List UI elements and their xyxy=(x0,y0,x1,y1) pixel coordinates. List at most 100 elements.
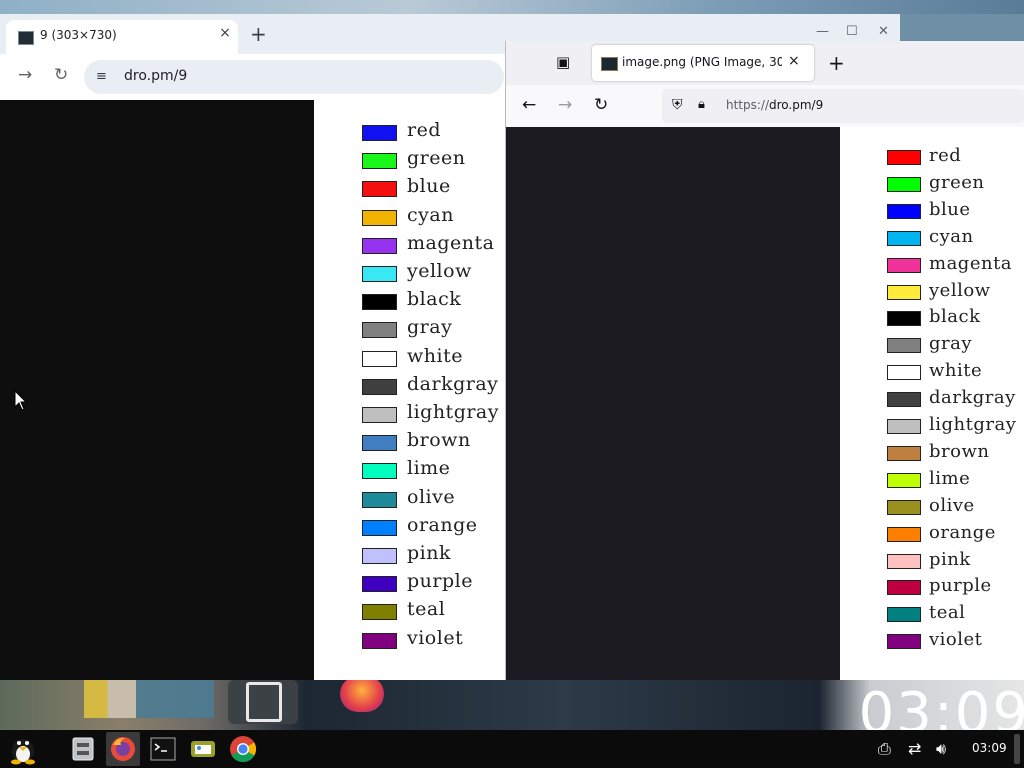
firefox-tab-active[interactable]: image.png (PNG Image, 303 × 730 pixels) … xyxy=(592,45,814,81)
firefox-tabstrip: ▣ image.png (PNG Image, 303 × 730 pixels… xyxy=(506,41,1024,85)
legend-label: yellow xyxy=(407,260,472,282)
legend-swatch xyxy=(362,153,397,170)
legend-swatch xyxy=(887,419,921,434)
tab-favicon-icon xyxy=(18,31,34,45)
site-settings-icon[interactable]: ≡ xyxy=(96,69,107,84)
legend-swatch xyxy=(887,230,921,246)
terminal-icon[interactable] xyxy=(146,732,180,766)
printer-icon[interactable]: ⎙ xyxy=(878,739,891,759)
legend-label: green xyxy=(929,171,985,193)
legend-label: green xyxy=(407,147,466,170)
legend-swatch xyxy=(887,499,921,515)
legend-label: magenta xyxy=(929,252,1013,274)
legend-label: lime xyxy=(407,457,451,480)
desktop-wallpaper xyxy=(0,0,1024,14)
minimize-icon[interactable]: — xyxy=(816,24,829,39)
legend-swatch xyxy=(362,407,397,423)
legend-swatch xyxy=(362,463,397,480)
legend-label: violet xyxy=(929,629,983,651)
lock-icon[interactable]: 🔒︎ xyxy=(698,97,705,112)
firefox-tab-title: image.png (PNG Image, 303 × 730 pixels) xyxy=(622,55,782,69)
volume-icon[interactable]: 🔊︎ xyxy=(936,739,946,759)
legend-swatch xyxy=(887,392,921,408)
legend-swatch xyxy=(362,576,397,593)
desktop-firefox-icon[interactable] xyxy=(340,676,384,712)
legend-label: pink xyxy=(407,542,451,564)
chrome-new-tab-button[interactable]: + xyxy=(250,22,267,46)
legend-swatch xyxy=(887,338,921,354)
chrome-url-text[interactable]: dro.pm/9 xyxy=(124,68,187,84)
tab-favicon-icon xyxy=(601,57,618,71)
legend-swatch xyxy=(887,526,921,542)
legend-label: white xyxy=(929,360,983,382)
legend-swatch xyxy=(887,150,921,165)
legend-swatch xyxy=(887,634,921,650)
firefox-tab-close-icon[interactable]: × xyxy=(788,53,800,69)
start-menu-icon[interactable] xyxy=(6,732,40,766)
reload-icon[interactable]: ↻ xyxy=(54,65,68,85)
legend-label: pink xyxy=(929,548,971,570)
forward-arrow-icon[interactable]: → xyxy=(558,95,572,115)
legend-label: orange xyxy=(929,521,996,543)
legend-label: cyan xyxy=(929,225,974,247)
forward-arrow-icon[interactable]: → xyxy=(18,65,32,85)
legend-swatch xyxy=(887,580,921,596)
desktop-clock-widget: 03:09 xyxy=(858,684,1024,730)
firefox-legend-image: red green blue cyan magenta yellow black gray wh… xyxy=(840,127,1024,680)
legend-swatch xyxy=(362,181,397,198)
legend-label: olive xyxy=(407,485,456,508)
chrome-tab-title: 9 (303×730) xyxy=(40,28,117,42)
legend-label: red xyxy=(407,119,441,141)
firefox-view-icon[interactable]: ▣ xyxy=(556,53,570,71)
url-host: dro.pm/9 xyxy=(769,98,824,112)
legend-label: purple xyxy=(929,575,992,597)
legend-label: lightgray xyxy=(929,414,1017,435)
firefox-page-content: red green blue cyan magenta yellow black gray wh… xyxy=(506,127,1024,680)
legend-swatch xyxy=(887,257,921,273)
reload-icon[interactable]: ↻ xyxy=(594,95,608,115)
close-window-icon[interactable]: ✕ xyxy=(878,24,889,39)
chrome-address-bar[interactable]: ≡ dro.pm/9 xyxy=(84,60,504,94)
legend-label: white xyxy=(407,344,463,367)
chrome-tab-active[interactable]: 9 (303×730) × xyxy=(6,20,238,54)
legend-swatch xyxy=(362,435,397,452)
legend-swatch xyxy=(887,176,921,192)
legend-label: cyan xyxy=(407,203,454,226)
network-icon[interactable]: ⇄ xyxy=(908,739,921,758)
firefox-toolbar: ← → ↻ ⛨ 🔒︎ https://dro.pm/9 xyxy=(506,85,1024,128)
legend-label: darkgray xyxy=(929,387,1016,409)
legend-swatch xyxy=(887,445,921,461)
show-desktop-button[interactable] xyxy=(1014,734,1020,764)
url-prefix: https:// xyxy=(726,98,770,112)
firefox-new-tab-button[interactable]: + xyxy=(828,51,845,75)
legend-label: gray xyxy=(407,316,453,339)
legend-label: magenta xyxy=(407,231,495,254)
legend-label: violet xyxy=(407,626,464,649)
chrome-tab-close-icon[interactable]: × xyxy=(216,25,234,41)
legend-label: blue xyxy=(929,198,971,220)
image-viewer-icon[interactable] xyxy=(186,732,220,766)
legend-swatch xyxy=(362,604,397,621)
legend-swatch xyxy=(887,284,921,300)
firefox-icon[interactable] xyxy=(106,732,140,766)
maximize-icon[interactable]: ☐ xyxy=(846,24,858,39)
legend-label: brown xyxy=(407,429,471,452)
firefox-url-text[interactable]: https://dro.pm/9 xyxy=(726,98,823,112)
back-arrow-icon[interactable]: ← xyxy=(522,95,536,115)
legend-swatch xyxy=(362,266,397,282)
legend-label: teal xyxy=(407,598,446,621)
legend-swatch xyxy=(362,237,397,254)
tracking-protection-icon[interactable]: ⛨ xyxy=(672,97,683,113)
legend-label: black xyxy=(407,288,462,311)
taskbar-clock[interactable]: 03:09 xyxy=(972,741,1007,755)
legend-swatch xyxy=(887,203,921,219)
legend-label: purple xyxy=(407,570,473,593)
taskbar: ⎙ ⇄ 🔊︎ 03:09 xyxy=(0,730,1024,768)
chrome-icon[interactable] xyxy=(226,732,260,766)
legend-label: blue xyxy=(407,175,451,198)
desktop-file-manager-icon[interactable] xyxy=(228,680,298,724)
file-manager-icon[interactable] xyxy=(66,732,100,766)
legend-swatch xyxy=(362,322,397,339)
legend-swatch xyxy=(362,632,397,649)
firefox-address-bar[interactable]: ⛨ 🔒︎ https://dro.pm/9 xyxy=(662,89,1024,123)
